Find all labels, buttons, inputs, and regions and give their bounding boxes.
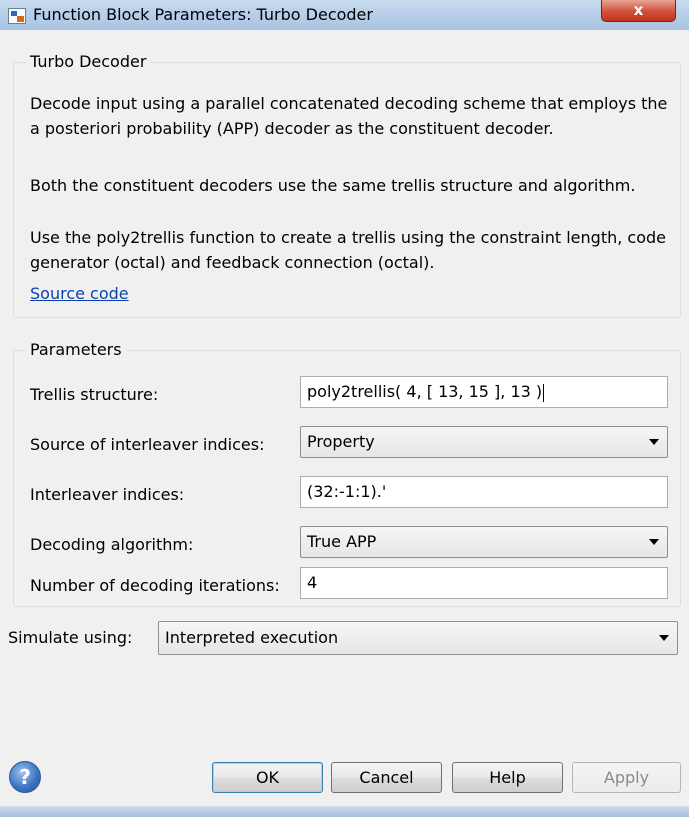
decoding-algorithm-select[interactable]: True APP: [300, 526, 668, 558]
chevron-down-icon: [649, 539, 659, 545]
decoding-algorithm-label: Decoding algorithm:: [30, 535, 194, 554]
text-cursor: [543, 383, 545, 402]
description-paragraph: Decode input using a parallel concatenat…: [30, 94, 668, 138]
decoding-algorithm-value: True APP: [307, 532, 377, 551]
chevron-down-icon: [659, 635, 669, 641]
chevron-down-icon: [649, 439, 659, 445]
parameters-group: Parameters Trellis structure: poly2trell…: [13, 340, 681, 607]
block-parameters-icon: [8, 8, 26, 24]
simulate-using-value: Interpreted execution: [165, 628, 339, 647]
description-paragraph: Both the constituent decoders use the sa…: [30, 176, 636, 195]
apply-button[interactable]: Apply: [572, 762, 681, 793]
interleaver-source-value: Property: [307, 432, 375, 451]
description-group-title: Turbo Decoder: [26, 52, 151, 71]
title-bar[interactable]: Function Block Parameters: Turbo Decoder…: [0, 0, 689, 30]
help-circle-icon[interactable]: ?: [9, 761, 41, 793]
ok-button[interactable]: OK: [212, 762, 323, 793]
parameters-group-title: Parameters: [26, 340, 126, 359]
window-bottom-edge: [0, 806, 689, 817]
interleaver-source-label: Source of interleaver indices:: [30, 435, 265, 454]
interleaver-source-select[interactable]: Property: [300, 426, 668, 458]
decoding-iterations-label: Number of decoding iterations:: [30, 576, 280, 595]
interleaver-indices-label: Interleaver indices:: [30, 485, 185, 504]
cancel-button[interactable]: Cancel: [331, 762, 442, 793]
decoding-iterations-input[interactable]: 4: [300, 567, 668, 599]
simulate-using-label: Simulate using:: [8, 628, 133, 647]
interleaver-indices-value: (32:-1:1).': [307, 482, 387, 501]
simulate-using-select[interactable]: Interpreted execution: [158, 621, 678, 655]
description-group: Turbo Decoder Decode input using a paral…: [13, 52, 681, 318]
dialog-window: Function Block Parameters: Turbo Decoder…: [0, 0, 689, 817]
source-code-link[interactable]: Source code: [30, 284, 129, 303]
decoding-iterations-value: 4: [307, 573, 318, 592]
close-button[interactable]: x: [601, 0, 676, 22]
help-button[interactable]: Help: [452, 762, 563, 793]
window-title: Function Block Parameters: Turbo Decoder: [33, 5, 373, 24]
trellis-structure-label: Trellis structure:: [30, 385, 159, 404]
description-paragraph: Use the poly2trellis function to create …: [30, 228, 666, 272]
interleaver-indices-input[interactable]: (32:-1:1).': [300, 476, 668, 508]
trellis-structure-input[interactable]: poly2trellis( 4, [ 13, 15 ], 13 ): [300, 376, 668, 408]
trellis-structure-value: poly2trellis( 4, [ 13, 15 ], 13 ): [307, 382, 543, 401]
